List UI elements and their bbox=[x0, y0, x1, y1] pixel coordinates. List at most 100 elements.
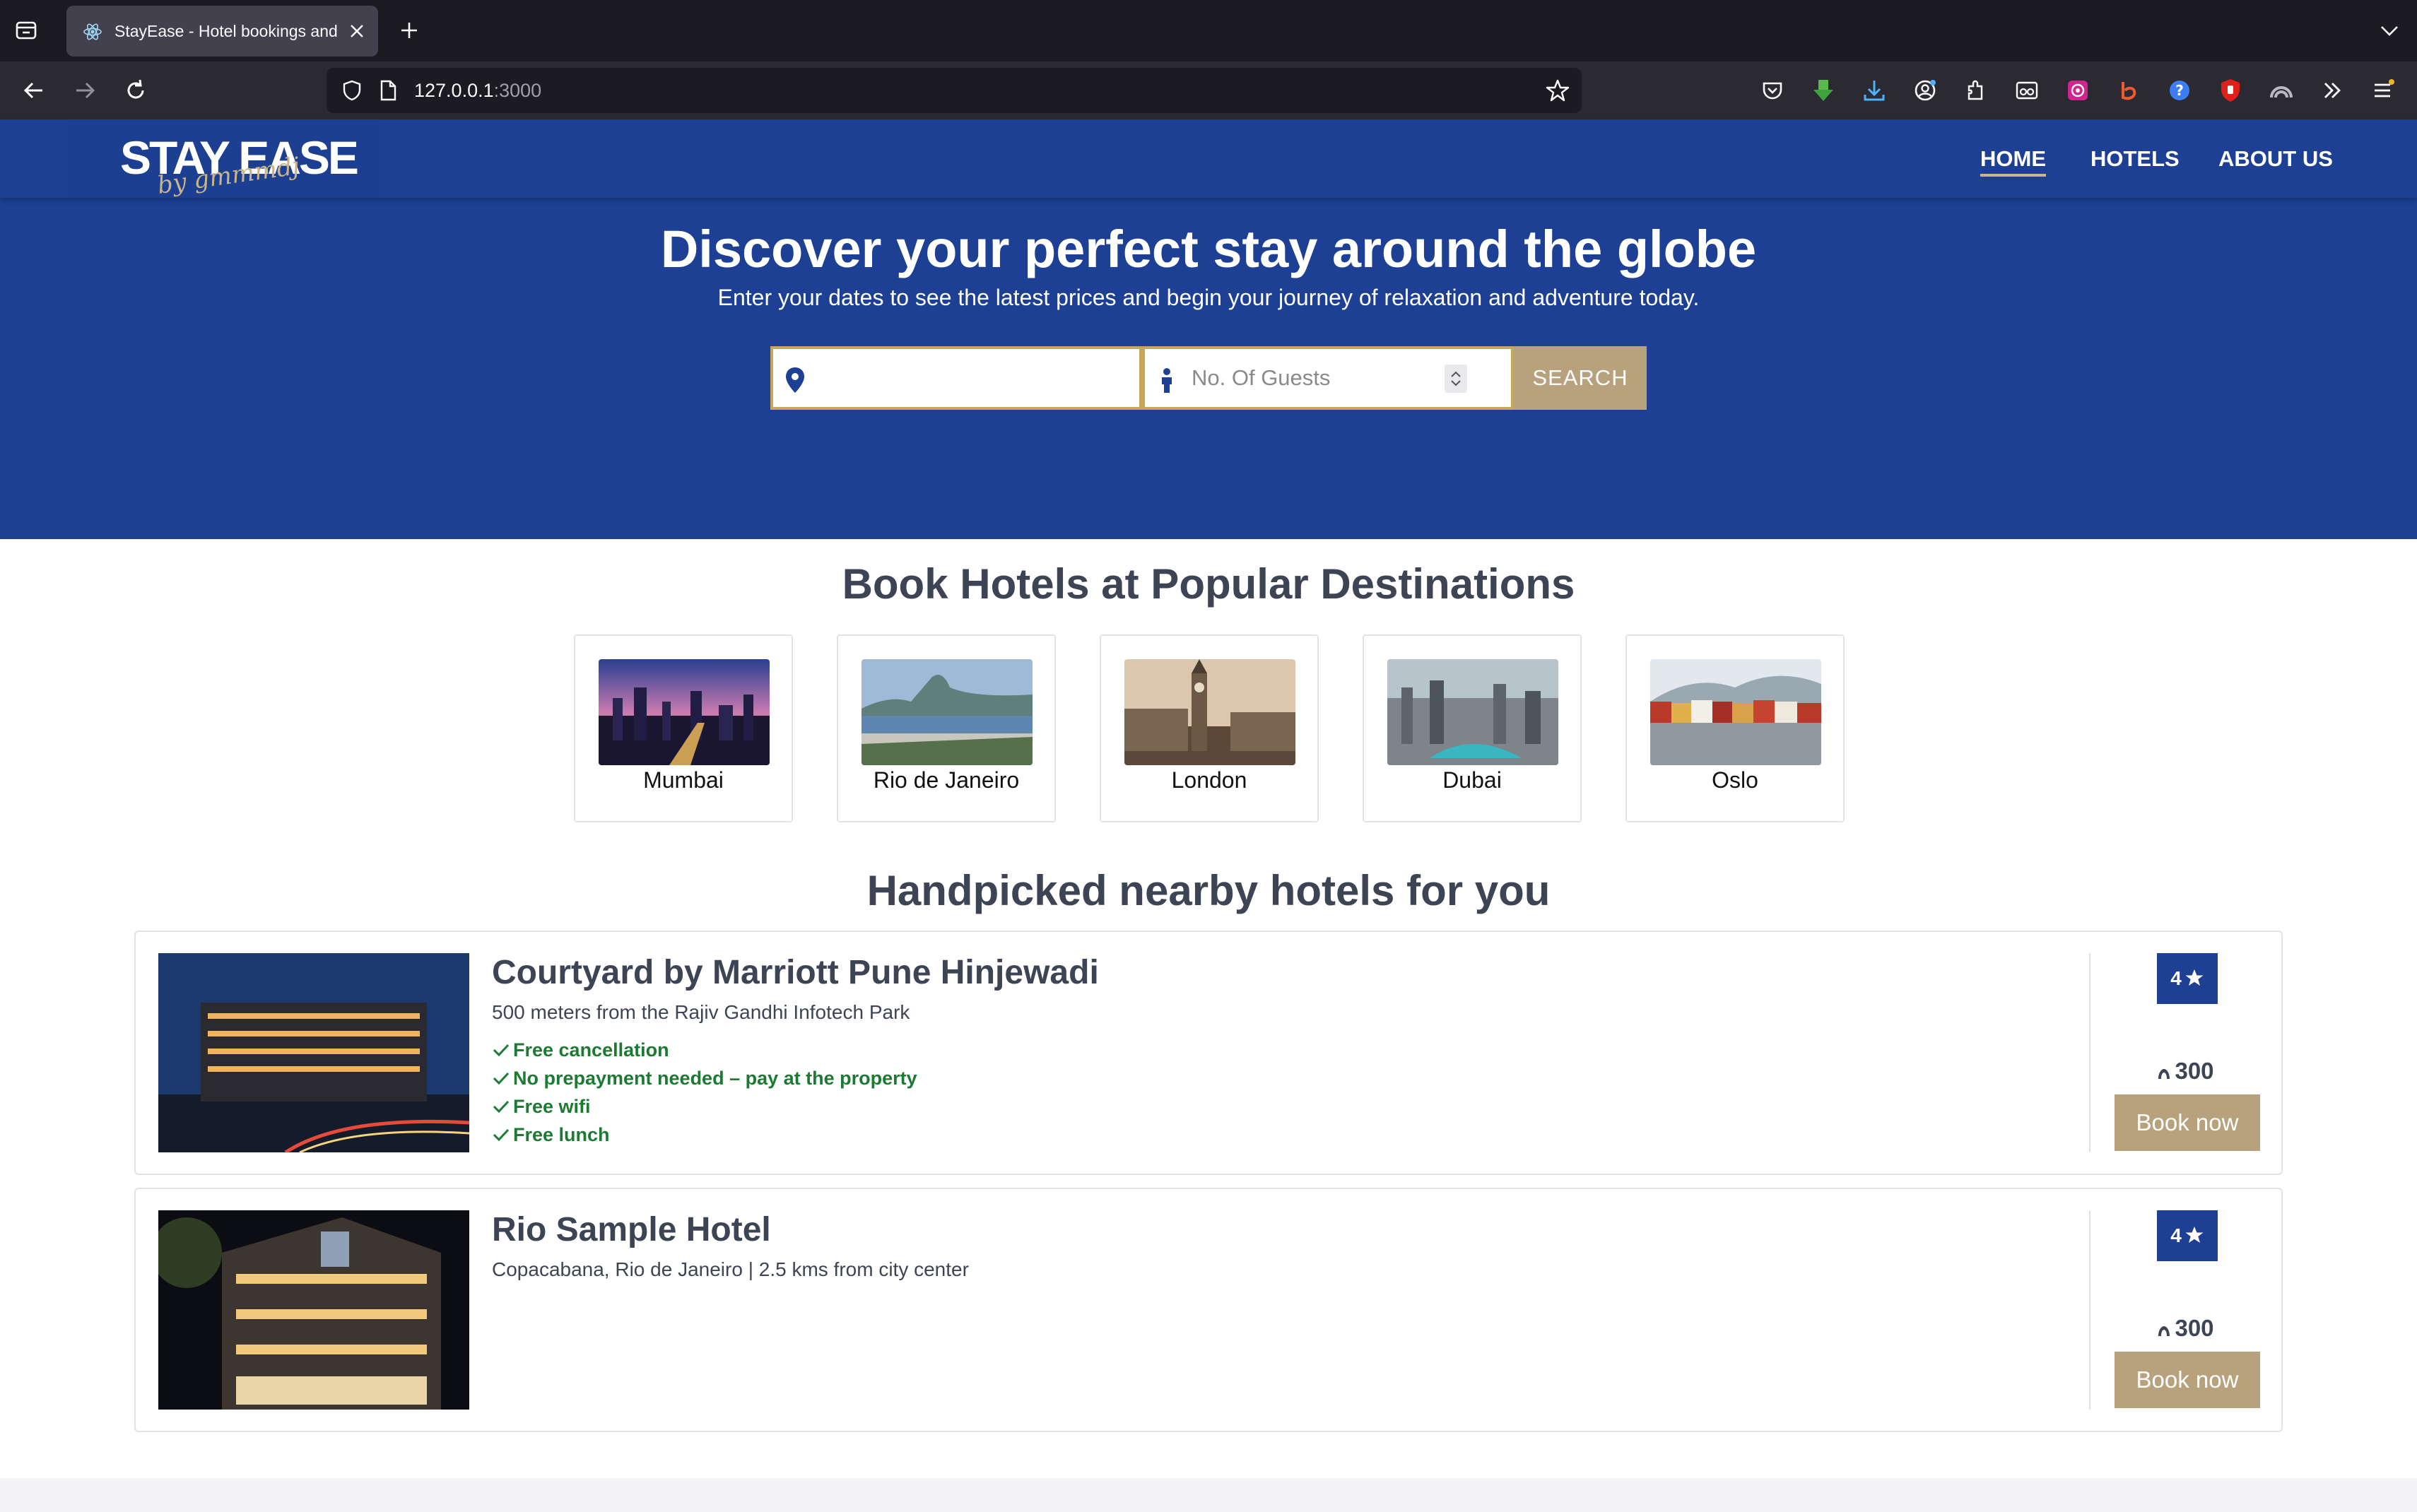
app-menu-icon[interactable] bbox=[2369, 76, 2397, 105]
green-download-arrow-icon[interactable] bbox=[1809, 76, 1837, 105]
chevron-down-icon[interactable] bbox=[2377, 18, 2401, 42]
price-icon bbox=[2158, 1069, 2170, 1079]
person-icon bbox=[1162, 368, 1172, 393]
destinations-title: Book Hotels at Popular Destinations bbox=[842, 560, 1575, 608]
extensions-icon[interactable] bbox=[1962, 76, 1990, 105]
forward-arrow-icon[interactable] bbox=[69, 75, 100, 106]
pocket-icon[interactable] bbox=[1758, 76, 1787, 105]
hotel-card[interactable]: Courtyard by Marriott Pune Hinjewadi 500… bbox=[134, 931, 2283, 1175]
account-icon[interactable] bbox=[1911, 76, 1939, 105]
browser-nav-bar: 127.0.0.1:3000 ? bbox=[0, 61, 2417, 119]
hero-banner: Discover your perfect stay around the gl… bbox=[0, 198, 2417, 539]
nav-about-us[interactable]: ABOUT US bbox=[2218, 119, 2333, 198]
hotel-card[interactable]: Rio Sample Hotel Copacabana, Rio de Jane… bbox=[134, 1188, 2283, 1432]
rio-sample-hotel-image bbox=[158, 1210, 469, 1410]
destination-label: Dubai bbox=[1442, 767, 1502, 793]
tab-list-icon[interactable] bbox=[13, 17, 40, 44]
london-big-ben-image bbox=[1124, 659, 1295, 765]
url-host: 127.0.0.1 bbox=[414, 80, 494, 101]
nav-home-label: HOME bbox=[1980, 146, 2046, 171]
svg-text:?: ? bbox=[2175, 82, 2184, 99]
nav-home[interactable]: HOME bbox=[1980, 119, 2046, 198]
amenity-label: Free wifi bbox=[513, 1096, 591, 1117]
close-tab-icon[interactable] bbox=[347, 21, 367, 41]
hero-title: Discover your perfect stay around the gl… bbox=[660, 220, 1757, 278]
b-extension-icon[interactable] bbox=[2115, 76, 2143, 105]
url-text[interactable]: 127.0.0.1:3000 bbox=[414, 68, 541, 113]
browser-tab-bar: StayEase - Hotel bookings and reservatio… bbox=[0, 0, 2417, 61]
check-icon bbox=[493, 1128, 510, 1142]
destination-card-london[interactable]: London bbox=[1100, 634, 1319, 822]
price-value: 300 bbox=[2175, 1058, 2214, 1084]
card-divider bbox=[2089, 1210, 2090, 1410]
amenity-item: Free cancellation bbox=[492, 1039, 669, 1061]
star-icon bbox=[2185, 1227, 2204, 1243]
hotel-location: Copacabana, Rio de Janeiro | 2.5 kms fro… bbox=[492, 1258, 969, 1280]
rating-badge: 4 bbox=[2157, 953, 2218, 1004]
check-icon bbox=[493, 1072, 510, 1085]
rainbow-extension-icon[interactable] bbox=[2267, 76, 2295, 105]
book-now-button[interactable]: Book now bbox=[2115, 1352, 2260, 1408]
guests-input[interactable]: No. Of Guests bbox=[1142, 346, 1514, 410]
check-icon bbox=[493, 1100, 510, 1114]
book-now-button[interactable]: Book now bbox=[2115, 1094, 2260, 1151]
amenity-item: No prepayment needed – pay at the proper… bbox=[492, 1068, 917, 1089]
browser-tab-active[interactable]: StayEase - Hotel bookings and reservatio… bbox=[66, 6, 378, 57]
destination-card-oslo[interactable]: Oslo bbox=[1625, 634, 1845, 822]
card-divider bbox=[2089, 953, 2090, 1152]
amenity-item: Free wifi bbox=[492, 1096, 591, 1118]
url-port: :3000 bbox=[493, 80, 542, 101]
site-header: STAY EASE by gmmmdj HOME HOTELS ABOUT US bbox=[0, 119, 2417, 200]
destination-label: Oslo bbox=[1712, 767, 1758, 793]
help-extension-icon[interactable]: ? bbox=[2165, 76, 2194, 105]
footer-strip bbox=[0, 1478, 2417, 1512]
search-button[interactable]: SEARCH bbox=[1514, 346, 1647, 410]
rating-badge: 4 bbox=[2157, 1210, 2218, 1261]
amenity-label: Free lunch bbox=[513, 1124, 610, 1145]
destination-label: Rio de Janeiro bbox=[873, 767, 1020, 793]
rating-value: 4 bbox=[2170, 1224, 2182, 1246]
rio-bay-image bbox=[861, 659, 1033, 765]
location-pin-icon bbox=[786, 367, 804, 393]
price-value: 300 bbox=[2175, 1315, 2214, 1341]
destination-label: London bbox=[1171, 767, 1247, 793]
hotel-name[interactable]: Rio Sample Hotel bbox=[492, 1210, 771, 1249]
amenity-label: No prepayment needed – pay at the proper… bbox=[513, 1068, 917, 1089]
page-icon bbox=[380, 80, 396, 101]
hotel-location: 500 meters from the Rajiv Gandhi Infotec… bbox=[492, 1001, 910, 1023]
hotel-name[interactable]: Courtyard by Marriott Pune Hinjewadi bbox=[492, 953, 1099, 992]
mumbai-skyline-image bbox=[599, 659, 770, 765]
destination-card-dubai[interactable]: Dubai bbox=[1363, 634, 1582, 822]
back-arrow-icon[interactable] bbox=[18, 75, 49, 106]
active-underline bbox=[1980, 174, 2046, 177]
more-tools-chevrons-icon[interactable] bbox=[2318, 76, 2346, 105]
new-tab-icon[interactable] bbox=[396, 17, 423, 44]
check-icon bbox=[493, 1044, 510, 1057]
destination-input[interactable] bbox=[770, 346, 1142, 410]
price: 300 bbox=[2115, 1058, 2256, 1085]
destination-label: Mumbai bbox=[643, 767, 724, 793]
stayease-logo[interactable]: STAY EASE by gmmmdj bbox=[65, 119, 379, 200]
amenity-label: Free cancellation bbox=[513, 1039, 669, 1061]
destination-card-rio[interactable]: Rio de Janeiro bbox=[837, 634, 1056, 822]
tab-title: StayEase - Hotel bookings and reservatio… bbox=[114, 22, 341, 40]
guests-placeholder: No. Of Guests bbox=[1192, 365, 1331, 390]
reload-icon[interactable] bbox=[120, 75, 151, 106]
ublock-shield-icon[interactable] bbox=[2216, 76, 2245, 105]
reader-glasses-icon[interactable] bbox=[2013, 76, 2041, 105]
destination-card-mumbai[interactable]: Mumbai bbox=[574, 634, 793, 822]
color-extension-icon[interactable] bbox=[2064, 76, 2092, 105]
oslo-waterfront-image bbox=[1650, 659, 1821, 765]
number-spinner-icon[interactable] bbox=[1445, 365, 1467, 393]
nav-hotels[interactable]: HOTELS bbox=[2090, 119, 2180, 198]
price: 300 bbox=[2115, 1315, 2256, 1342]
url-bar[interactable]: 127.0.0.1:3000 bbox=[327, 68, 1582, 113]
bookmark-star-icon[interactable] bbox=[1545, 78, 1570, 103]
shield-icon[interactable] bbox=[341, 79, 363, 102]
amenity-item: Free lunch bbox=[492, 1124, 610, 1146]
rating-value: 4 bbox=[2170, 967, 2182, 989]
downloads-icon[interactable] bbox=[1860, 76, 1888, 105]
dubai-aerial-image bbox=[1387, 659, 1558, 765]
price-icon bbox=[2158, 1326, 2170, 1336]
star-icon bbox=[2185, 969, 2204, 986]
